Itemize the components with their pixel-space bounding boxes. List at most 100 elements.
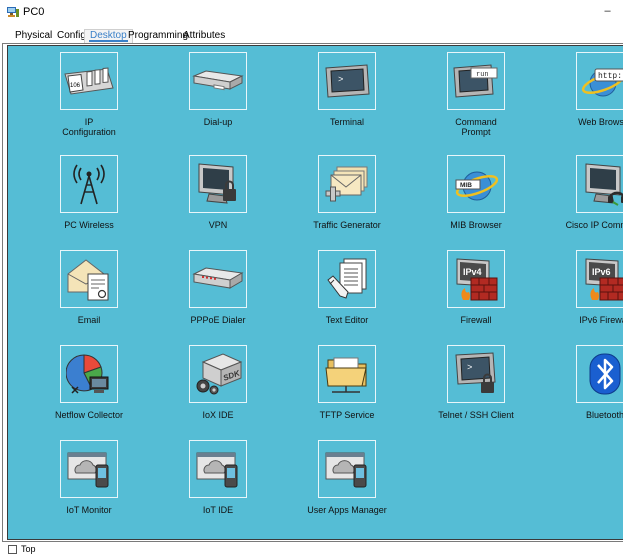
tab-physical[interactable]: Physical <box>15 30 52 43</box>
traffic-generator-icon <box>325 166 368 202</box>
app-iot-ide[interactable]: IoT IDE <box>158 435 278 525</box>
iot-monitor-icon <box>67 452 109 488</box>
app-vpn[interactable]: VPN <box>158 150 278 240</box>
tab-programming[interactable]: Programming <box>128 30 188 43</box>
app-icon-frame: IPv4 <box>447 250 505 308</box>
mib-browser-icon: MIB <box>455 171 499 201</box>
app-terminal[interactable]: > Terminal <box>287 47 407 137</box>
app-icon-frame: 106 <box>60 52 118 110</box>
app-label: Dial-up <box>203 117 233 127</box>
app-icon-frame <box>189 250 247 308</box>
app-icon-frame <box>318 250 376 308</box>
app-dial-up[interactable]: Dial-up <box>158 47 278 137</box>
tab-desktop[interactable]: Desktop <box>84 29 133 43</box>
wireless-antenna-icon <box>73 164 105 205</box>
app-icon-frame <box>60 250 118 308</box>
ip-config-icon-text: 106 <box>70 83 81 89</box>
app-traffic-generator[interactable]: Traffic Generator <box>287 150 407 240</box>
app-icon-frame <box>576 155 623 213</box>
app-label: Bluetooth <box>585 410 623 420</box>
app-ipv6-firewall[interactable]: IPv6 IPv6 Firewall <box>545 245 623 335</box>
top-checkbox[interactable] <box>8 545 17 554</box>
app-iot-monitor[interactable]: IoT Monitor <box>29 435 149 525</box>
title-bar: PC0 – <box>0 0 623 24</box>
ipv4-text: IPv4 <box>463 267 482 277</box>
minimize-button[interactable]: – <box>592 0 623 24</box>
app-label: User Apps Manager <box>307 505 387 515</box>
app-label: Command Prompt <box>416 117 536 137</box>
app-icon-frame <box>576 345 623 403</box>
app-label: Firewall <box>460 315 492 325</box>
app-label: MIB Browser <box>450 220 502 230</box>
app-icon-frame: http: <box>576 52 623 110</box>
text-editor-icon <box>327 258 367 299</box>
app-netflow-collector[interactable]: Netflow Collector <box>29 340 149 430</box>
app-telnet-ssh-client[interactable]: > Telnet / SSH Client <box>416 340 536 430</box>
app-icon-frame <box>189 155 247 213</box>
app-label: IoT IDE <box>202 505 234 515</box>
app-icon-frame: > <box>447 345 505 403</box>
pppoe-modem-icon <box>192 267 244 289</box>
desktop-area: 106 IP Configuration Dial-up > Terminal … <box>7 45 623 540</box>
app-label-line-1: IP <box>84 117 94 127</box>
app-iox-ide[interactable]: SDK IoX IDE <box>158 340 278 430</box>
app-icon-frame <box>60 345 118 403</box>
app-icon-frame <box>189 52 247 110</box>
tab-config[interactable]: Config <box>57 30 86 43</box>
app-label-line-1: Command <box>455 117 497 127</box>
modem-icon <box>192 70 244 91</box>
user-apps-manager-icon <box>325 452 367 488</box>
app-label: IoT Monitor <box>66 505 112 515</box>
app-ip-configuration[interactable]: 106 IP Configuration <box>29 47 149 137</box>
command-prompt-icon: run <box>453 64 498 98</box>
app-icon-frame: run <box>447 52 505 110</box>
app-cisco-ip-communicator[interactable]: Cisco IP Communic <box>545 150 623 240</box>
app-label: PPPoE Dialer <box>190 315 246 325</box>
app-icon-frame <box>189 440 247 498</box>
tab-attributes[interactable]: Attributes <box>183 30 225 43</box>
telnet-ssh-icon: > <box>455 352 496 393</box>
ip-config-icon: 106 <box>64 67 114 95</box>
app-icon-frame: SDK <box>189 345 247 403</box>
app-label: Email <box>77 315 101 325</box>
app-label: Telnet / SSH Client <box>438 410 514 420</box>
top-checkbox-label: Top <box>21 544 36 554</box>
app-label: TFTP Service <box>319 410 375 420</box>
email-icon <box>67 259 109 301</box>
ipv6-firewall-icon: IPv6 <box>585 258 623 301</box>
tab-bar: Physical Config Desktop Programming Attr… <box>0 26 623 43</box>
app-email[interactable]: Email <box>29 245 149 335</box>
app-label-line-2: Prompt <box>461 127 491 137</box>
app-user-apps-manager[interactable]: User Apps Manager <box>287 435 407 525</box>
vpn-monitor-lock-icon <box>198 163 236 204</box>
app-label: Terminal <box>329 117 364 127</box>
app-label: Text Editor <box>325 315 369 325</box>
app-icon-frame: > <box>318 52 376 110</box>
app-text-editor[interactable]: Text Editor <box>287 245 407 335</box>
command-run-text: run <box>476 71 489 79</box>
ip-communicator-icon <box>585 163 623 206</box>
app-icon-frame <box>318 440 376 498</box>
app-label: PC Wireless <box>64 220 114 230</box>
app-bluetooth[interactable]: Bluetooth <box>545 340 623 430</box>
iot-ide-icon <box>196 452 238 488</box>
app-label: IP Configuration <box>29 117 149 137</box>
telnet-prompt-text: > <box>467 363 472 373</box>
ipv4-firewall-icon: IPv4 <box>456 258 498 301</box>
app-icon-frame <box>60 155 118 213</box>
app-label: Web Browser <box>578 117 623 127</box>
app-firewall[interactable]: IPv4 Firewall <box>416 245 536 335</box>
netflow-collector-icon <box>66 354 109 394</box>
app-command-prompt[interactable]: run Command Prompt <box>416 47 536 137</box>
pc-app-icon <box>7 7 19 17</box>
app-pc-wireless[interactable]: PC Wireless <box>29 150 149 240</box>
app-web-browser[interactable]: http: Web Browser <box>545 47 623 137</box>
app-label: IoX IDE <box>202 410 234 420</box>
app-pppoe-dialer[interactable]: PPPoE Dialer <box>158 245 278 335</box>
app-tftp-service[interactable]: TFTP Service <box>287 340 407 430</box>
app-icon-frame <box>60 440 118 498</box>
web-http-text: http: <box>598 72 622 81</box>
tftp-folder-icon <box>325 357 367 393</box>
window-title: PC0 <box>23 6 45 18</box>
app-mib-browser[interactable]: MIB MIB Browser <box>416 150 536 240</box>
